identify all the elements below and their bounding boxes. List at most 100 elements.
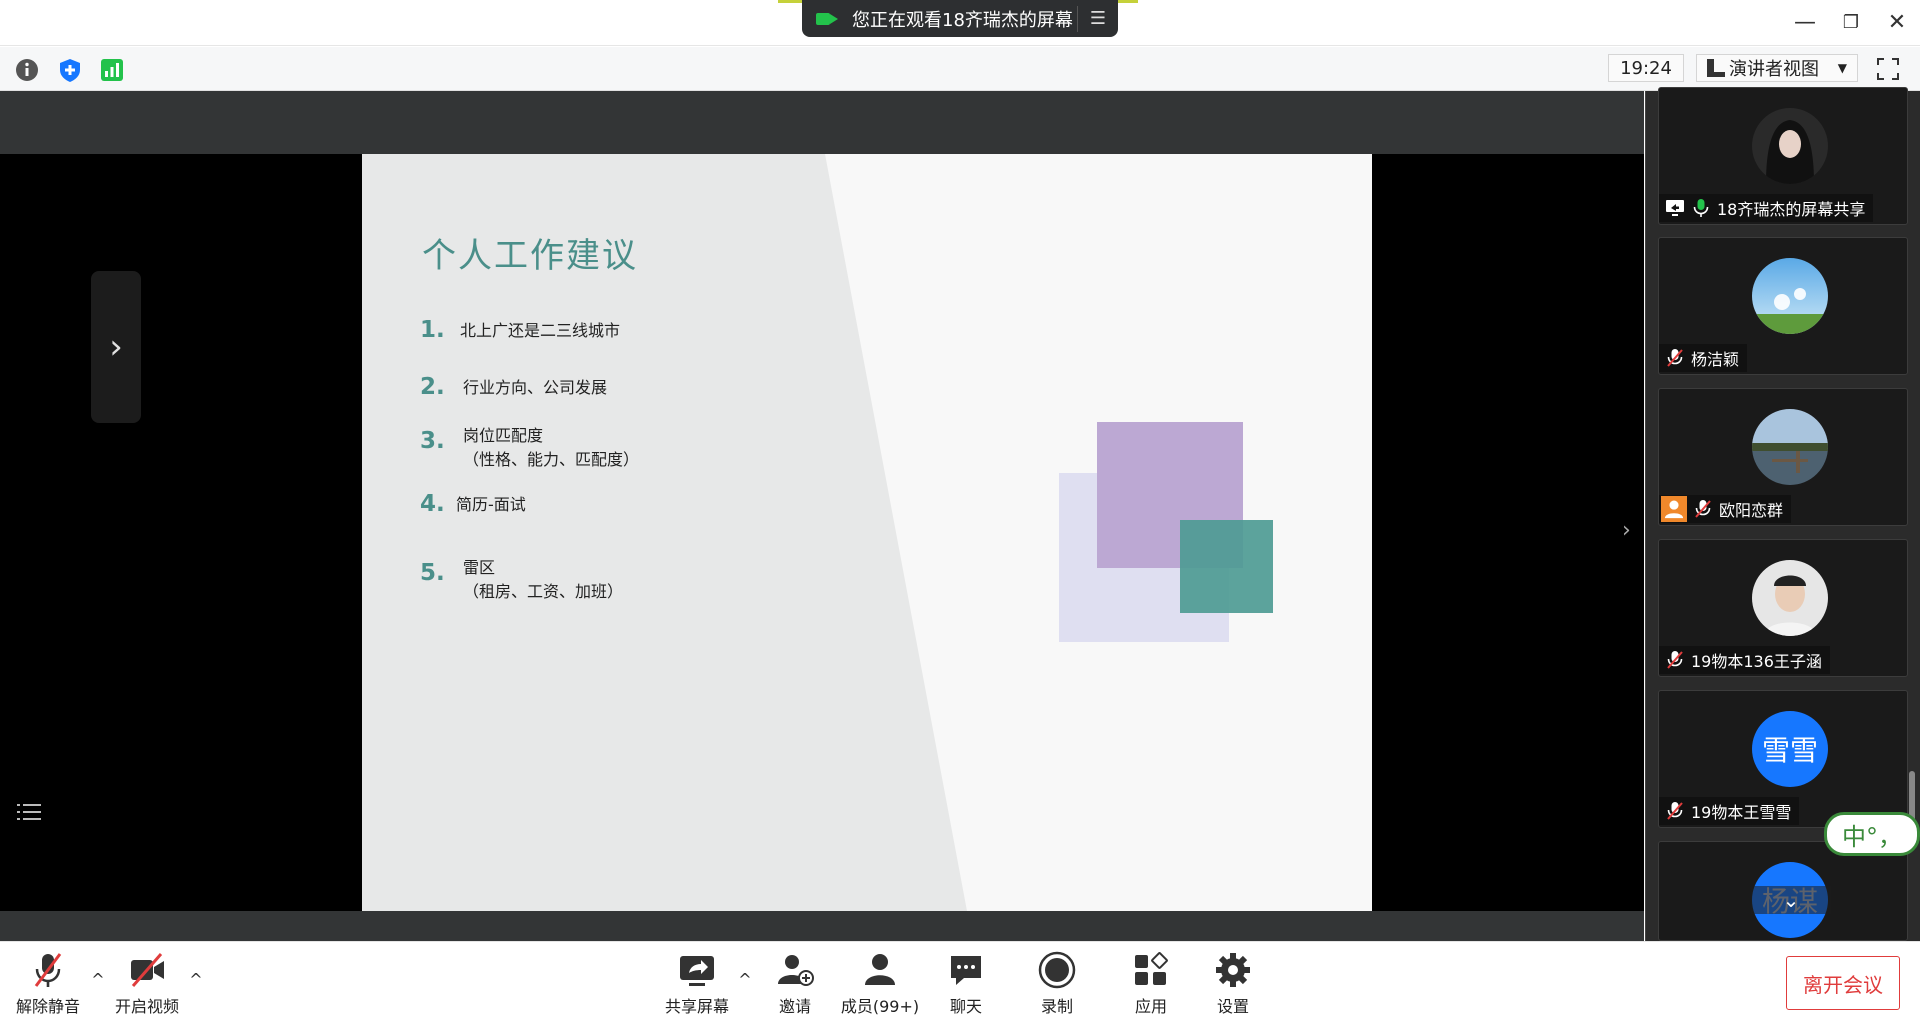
microphone-muted-icon bbox=[34, 953, 62, 987]
meeting-control-bar: 解除静音 ^ 开启视频 ^ 共享屏幕 ^ 邀请 成员(99+) 聊天 录制 应用… bbox=[0, 941, 1920, 1027]
audio-options-chevron-icon[interactable]: ^ bbox=[90, 970, 106, 989]
item-subtext: （性格、能力、匹配度） bbox=[463, 450, 640, 469]
slide-list-item: 4. 简历-面试 bbox=[420, 491, 526, 517]
unmute-label: 解除静音 bbox=[15, 997, 80, 1016]
participant-name: 18齐瑞杰的屏幕共享 bbox=[1717, 200, 1866, 219]
gear-icon bbox=[1216, 953, 1250, 987]
screen-share-icon bbox=[1666, 200, 1684, 216]
item-text: 岗位匹配度 bbox=[463, 426, 544, 445]
ime-indicator[interactable]: 中°， bbox=[1824, 812, 1920, 856]
next-page-button[interactable]: › bbox=[91, 271, 141, 423]
host-badge-icon bbox=[1661, 496, 1687, 522]
microphone-muted-icon bbox=[1695, 500, 1711, 518]
start-video-button[interactable]: 开启视频 bbox=[105, 950, 189, 1020]
participant-tile[interactable]: 杨洁颖 bbox=[1658, 237, 1908, 375]
avatar: 雪雪 bbox=[1752, 711, 1828, 787]
expand-gallery-icon[interactable]: › bbox=[1622, 518, 1642, 558]
avatar bbox=[1752, 560, 1828, 636]
stage-bottom-bar bbox=[0, 911, 1644, 941]
slide-list-item: 2. 行业方向、公司发展 bbox=[420, 374, 607, 400]
leave-meeting-button[interactable]: 离开会议 bbox=[1786, 956, 1900, 1010]
video-off-icon bbox=[131, 953, 164, 987]
scroll-down-icon[interactable]: ⌄ bbox=[1751, 886, 1831, 914]
list-icon[interactable] bbox=[14, 797, 44, 827]
slide-list-item: 5. 雷区 （租房、工资、加班） bbox=[420, 554, 623, 604]
fullscreen-icon[interactable] bbox=[1876, 57, 1900, 81]
restore-icon[interactable]: ❐ bbox=[1836, 8, 1866, 38]
record-button[interactable]: 录制 bbox=[1015, 950, 1099, 1020]
stage-top-bar bbox=[0, 91, 1644, 154]
share-screen-icon bbox=[680, 956, 714, 986]
microphone-muted-icon bbox=[1667, 349, 1683, 367]
record-icon bbox=[1038, 951, 1076, 989]
participant-tile[interactable]: 杨谋 ⌄ bbox=[1658, 841, 1908, 941]
start-video-label: 开启视频 bbox=[114, 997, 179, 1016]
layout-icon bbox=[1707, 59, 1725, 77]
minimize-icon[interactable]: — bbox=[1790, 8, 1820, 38]
microphone-muted-icon bbox=[1667, 802, 1683, 820]
item-number: 3. bbox=[420, 428, 445, 454]
title-bar: 您正在观看18齐瑞杰的屏幕 ☰ — ❐ ✕ bbox=[0, 0, 1920, 46]
view-mode-label: 演讲者视图 bbox=[1729, 59, 1819, 80]
item-number: 4. bbox=[420, 491, 445, 517]
share-screen-button[interactable]: 共享屏幕 bbox=[655, 950, 739, 1020]
members-label: 成员(99+) bbox=[840, 997, 920, 1016]
apps-label: 应用 bbox=[1134, 997, 1167, 1016]
participant-name: 19物本136王子涵 bbox=[1691, 652, 1822, 671]
tile-label: 18齐瑞杰的屏幕共享 bbox=[1659, 194, 1874, 222]
item-text: 北上广还是二三线城市 bbox=[460, 321, 621, 340]
unmute-button[interactable]: 解除静音 bbox=[6, 950, 90, 1020]
settings-button[interactable]: 设置 bbox=[1191, 950, 1275, 1020]
view-mode-dropdown[interactable]: 演讲者视图 ▼ bbox=[1696, 54, 1858, 82]
item-number: 5. bbox=[420, 560, 445, 586]
share-screen-label: 共享屏幕 bbox=[664, 997, 729, 1016]
item-text: 行业方向、公司发展 bbox=[463, 378, 608, 397]
participant-name: 19物本王雪雪 bbox=[1691, 803, 1792, 822]
participant-tile[interactable]: 雪雪 19物本王雪雪 bbox=[1658, 690, 1908, 828]
record-label: 录制 bbox=[1040, 997, 1073, 1016]
presentation-slide: 个人工作建议 1. 北上广还是二三线城市 2. 行业方向、公司发展 3. 岗位匹… bbox=[362, 154, 1372, 911]
security-shield-icon[interactable] bbox=[57, 57, 83, 83]
chat-label: 聊天 bbox=[949, 997, 982, 1016]
slide-title: 个人工作建议 bbox=[422, 236, 638, 276]
shared-screen-stage: › 个人工作建议 1. 北上广还是二三线城市 2. 行业方向、公司发展 3. 岗… bbox=[0, 91, 1644, 941]
slide-list-item: 3. 岗位匹配度 （性格、能力、匹配度） bbox=[420, 422, 639, 472]
invite-label: 邀请 bbox=[778, 997, 811, 1016]
microphone-muted-icon bbox=[1667, 651, 1683, 669]
banner-menu-icon[interactable]: ☰ bbox=[1078, 8, 1118, 29]
apps-button[interactable]: 应用 bbox=[1109, 950, 1193, 1020]
item-text: 简历-面试 bbox=[456, 495, 526, 514]
participant-tile[interactable]: 18齐瑞杰的屏幕共享 bbox=[1658, 87, 1908, 225]
item-number: 1. bbox=[420, 317, 445, 343]
participant-name: 欧阳恋群 bbox=[1719, 501, 1784, 520]
participant-name: 杨洁颖 bbox=[1691, 350, 1740, 369]
avatar bbox=[1752, 258, 1828, 334]
video-options-chevron-icon[interactable]: ^ bbox=[188, 970, 204, 989]
item-text: 雷区 bbox=[463, 558, 496, 577]
avatar bbox=[1752, 108, 1828, 184]
add-user-icon bbox=[778, 955, 814, 986]
viewing-banner[interactable]: 您正在观看18齐瑞杰的屏幕 ☰ bbox=[802, 0, 1118, 37]
tile-label: 19物本136王子涵 bbox=[1659, 646, 1830, 674]
apps-icon bbox=[1135, 952, 1168, 985]
chevron-down-icon: ▼ bbox=[1837, 61, 1847, 75]
meeting-timer: 19:24 bbox=[1608, 54, 1684, 82]
avatar bbox=[1752, 409, 1828, 485]
tile-label: 杨洁颖 bbox=[1659, 344, 1748, 372]
item-number: 2. bbox=[420, 374, 445, 400]
invite-button[interactable]: 邀请 bbox=[753, 950, 837, 1020]
chat-icon bbox=[951, 956, 981, 985]
network-signal-icon[interactable] bbox=[99, 57, 125, 83]
decor-teal-square bbox=[1180, 520, 1273, 613]
tile-label: 19物本王雪雪 bbox=[1659, 797, 1800, 825]
chevron-right-icon: › bbox=[109, 327, 123, 367]
chat-button[interactable]: 聊天 bbox=[924, 950, 1008, 1020]
tile-label: 欧阳恋群 bbox=[1659, 495, 1792, 523]
close-icon[interactable]: ✕ bbox=[1882, 8, 1912, 38]
participant-tile[interactable]: 19物本136王子涵 bbox=[1658, 539, 1908, 677]
participant-tile[interactable]: 欧阳恋群 bbox=[1658, 388, 1908, 526]
share-options-chevron-icon[interactable]: ^ bbox=[737, 970, 753, 989]
members-button[interactable]: 成员(99+) bbox=[838, 950, 922, 1020]
item-subtext: （租房、工资、加班） bbox=[463, 582, 624, 601]
info-icon[interactable] bbox=[14, 57, 40, 83]
